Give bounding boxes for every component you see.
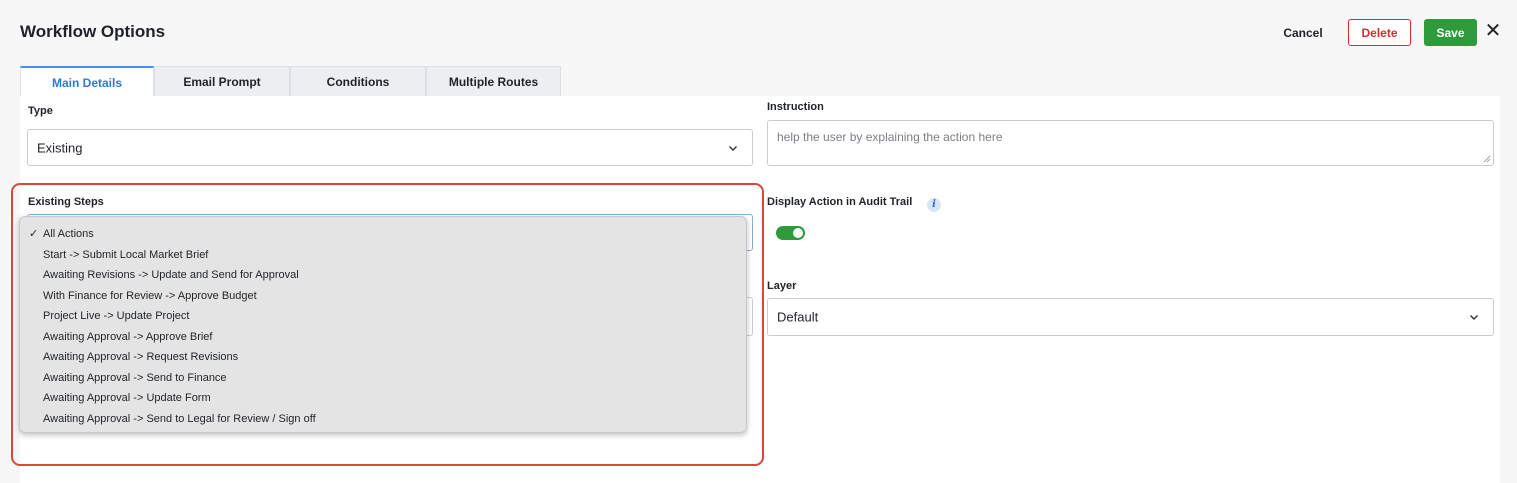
type-select-value: Existing — [37, 140, 83, 155]
option-label: Awaiting Approval -> Request Revisions — [43, 351, 239, 363]
dropdown-option[interactable]: Awaiting Approval -> Update Form — [20, 388, 746, 409]
save-button[interactable]: Save — [1424, 19, 1477, 46]
cancel-button[interactable]: Cancel — [1270, 22, 1336, 44]
chevron-down-icon — [1470, 315, 1478, 320]
instruction-label: Instruction — [767, 101, 824, 113]
layer-label: Layer — [767, 280, 797, 292]
resize-handle-icon[interactable] — [1483, 155, 1491, 163]
layer-select[interactable]: Default — [767, 298, 1494, 336]
dropdown-option[interactable]: Awaiting Approval -> Send to Legal for R… — [20, 409, 746, 430]
info-icon[interactable]: i — [927, 198, 941, 212]
instruction-textarea[interactable]: help the user by explaining the action h… — [767, 120, 1494, 166]
tab-multiple-routes[interactable]: Multiple Routes — [426, 66, 561, 97]
dropdown-option[interactable]: Awaiting Approval -> Approve Brief — [20, 327, 746, 348]
tab-bar: Main Details Email Prompt Conditions Mul… — [20, 66, 561, 97]
dropdown-option[interactable]: With Finance for Review -> Approve Budge… — [20, 286, 746, 307]
option-label: Awaiting Approval -> Send to Finance — [43, 371, 227, 384]
dropdown-option[interactable]: Awaiting Approval -> Request Revisions — [20, 347, 746, 368]
option-label: All Actions — [43, 228, 94, 240]
instruction-placeholder: help the user by explaining the action h… — [777, 130, 1003, 144]
dropdown-option[interactable]: Awaiting Approval -> Send to Finance — [20, 368, 746, 389]
close-icon[interactable]: ✕ — [1484, 20, 1502, 42]
dialog-title: Workflow Options — [20, 22, 166, 41]
option-label: Start -> Submit Local Market Brief — [43, 248, 209, 261]
option-label: Awaiting Approval -> Update Form — [43, 392, 211, 404]
delete-button[interactable]: Delete — [1348, 19, 1411, 46]
dialog-header: Workflow Options Cancel Delete Save ✕ — [0, 0, 1517, 66]
option-label: Awaiting Revisions -> Update and Send fo… — [43, 269, 299, 281]
audit-trail-toggle[interactable] — [776, 226, 805, 240]
audit-trail-label: Display Action in Audit Trail — [767, 196, 913, 208]
option-label: Awaiting Approval -> Send to Legal for R… — [43, 412, 316, 425]
checkmark-icon: ✓ — [29, 228, 39, 240]
option-label: With Finance for Review -> Approve Budge… — [43, 289, 257, 302]
layer-select-value: Default — [777, 309, 819, 325]
chevron-down-icon — [729, 145, 737, 151]
tab-email-prompt[interactable]: Email Prompt — [154, 66, 290, 97]
option-label: Project Live -> Update Project — [43, 310, 190, 322]
dropdown-option[interactable]: ✓ All Actions — [20, 224, 746, 245]
toggle-knob — [793, 228, 803, 238]
dropdown-option[interactable]: Awaiting Revisions -> Update and Send fo… — [20, 265, 746, 286]
tab-main-details[interactable]: Main Details — [20, 66, 154, 97]
type-label: Type — [28, 105, 53, 117]
existing-steps-dropdown: ✓ All Actions Start -> Submit Local Marke… — [19, 216, 747, 433]
dropdown-option[interactable]: Start -> Submit Local Market Brief — [20, 245, 746, 266]
tab-conditions[interactable]: Conditions — [290, 66, 426, 97]
dropdown-option[interactable]: Project Live -> Update Project — [20, 306, 746, 327]
option-label: Awaiting Approval -> Approve Brief — [43, 330, 213, 343]
type-select[interactable]: Existing — [27, 129, 753, 166]
existing-steps-label: Existing Steps — [28, 196, 104, 208]
